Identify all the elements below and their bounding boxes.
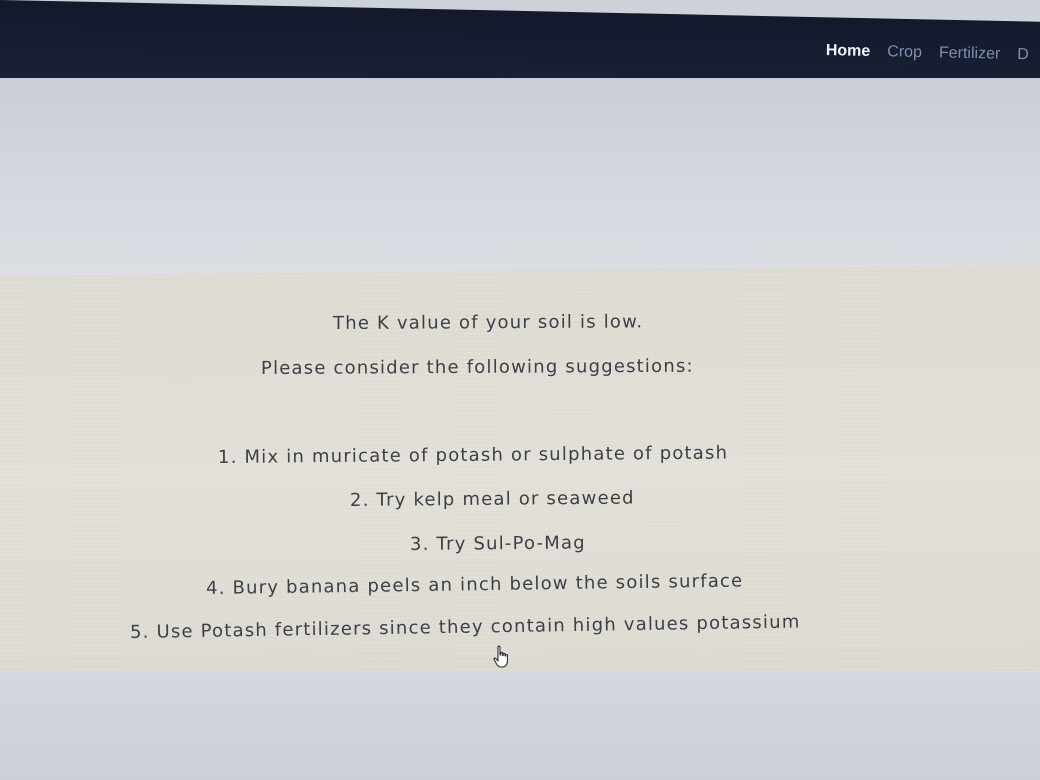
result-heading: The K value of your soil is low. — [332, 311, 644, 334]
result-intro: Please consider the following suggestion… — [260, 355, 694, 379]
screen: Home Crop Fertilizer D The K value of yo… — [0, 0, 1040, 780]
nav-link-d[interactable]: D — [1017, 46, 1029, 64]
nav-link-home[interactable]: Home — [826, 42, 871, 61]
hand-pointer-icon — [493, 645, 508, 668]
footer-section — [0, 672, 1040, 780]
suggestion-item: 2. Try kelp meal or seaweed — [349, 487, 635, 511]
nav-link-crop[interactable]: Crop — [887, 43, 922, 62]
nav-link-fertilizer[interactable]: Fertilizer — [939, 44, 1001, 63]
hero-section — [0, 78, 1040, 278]
suggestion-item: 3. Try Sul-Po-Mag — [409, 532, 586, 555]
suggestion-item: 1. Mix in muricate of potash or sulphate… — [217, 442, 729, 468]
